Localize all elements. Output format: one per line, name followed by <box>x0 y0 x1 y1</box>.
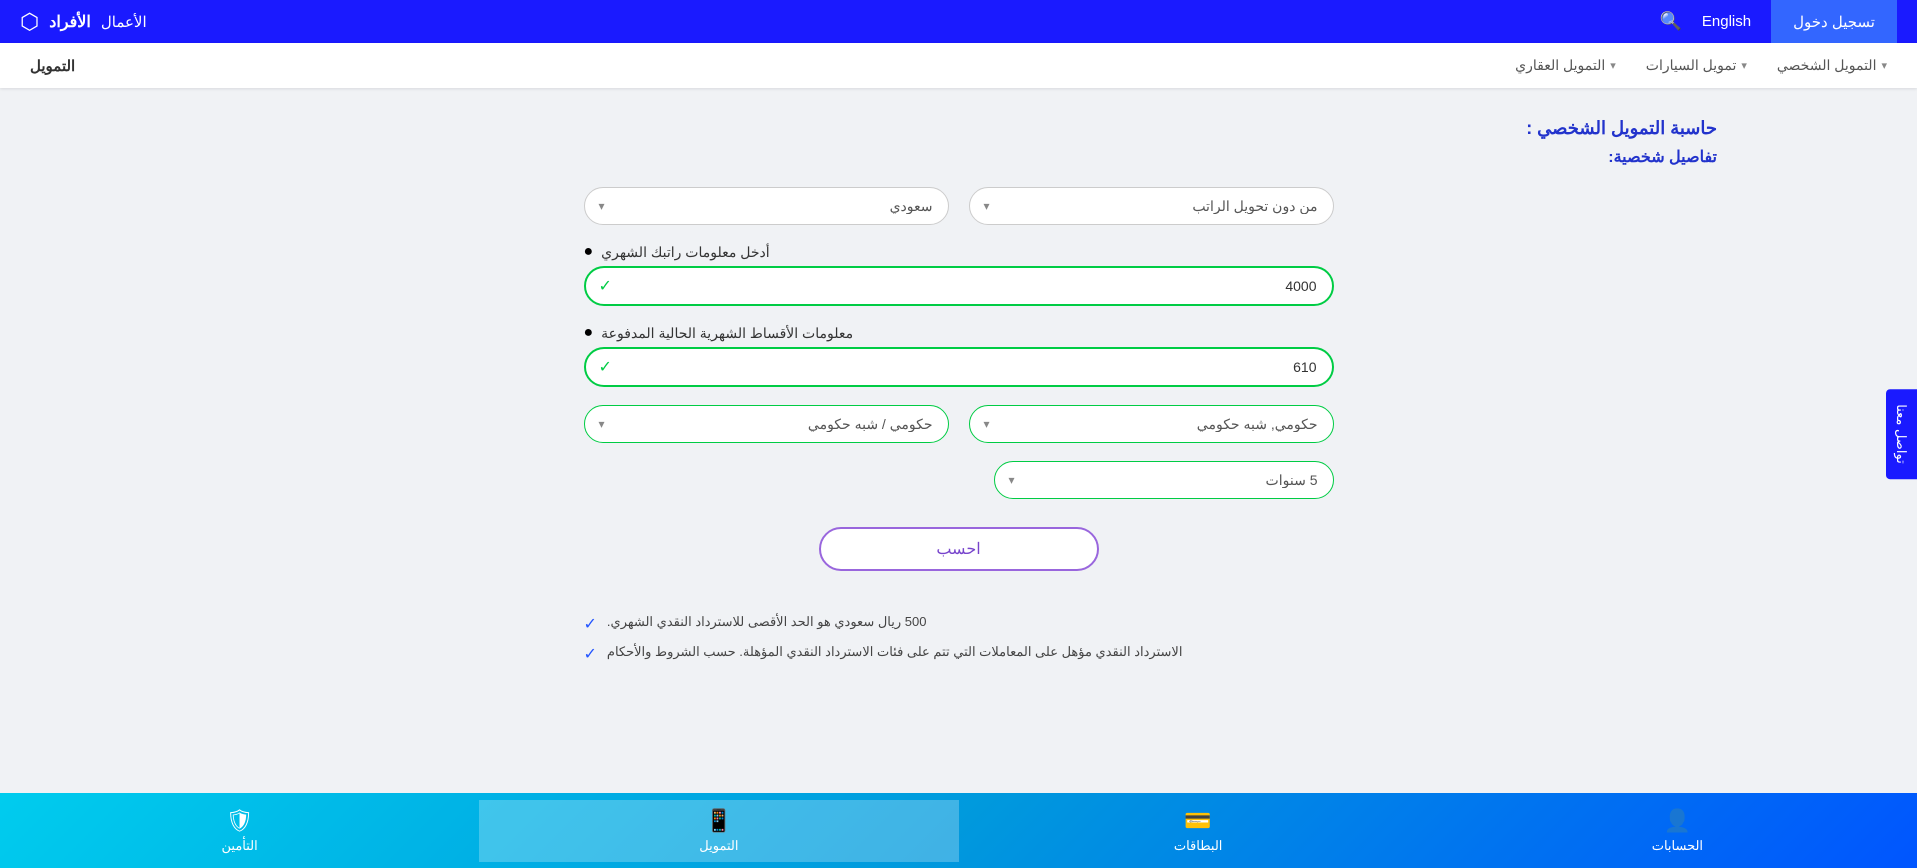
top-nav-right: تسجيل دخول English 🔍 <box>1659 0 1897 43</box>
calculate-button[interactable]: احسب <box>819 527 1099 571</box>
employer-sector-field: حكومي, شبه حكومي ▾ <box>969 405 1334 443</box>
cards-label: البطاقات <box>1174 838 1223 854</box>
financing-tab-label: التمويل <box>699 838 738 854</box>
salary-transfer-select[interactable]: من دون تحويل الراتب <box>969 187 1334 225</box>
note-item-1: 500 ريال سعودي هو الحد الأقصى للاسترداد … <box>584 614 1334 634</box>
cars-chevron: ▾ <box>1741 59 1747 72</box>
cars-financing-link[interactable]: ▾ تمويل السيارات <box>1646 57 1747 74</box>
installment-label: معلومات الأقساط الشهرية الحالية المدفوعة <box>601 325 853 342</box>
financing-main-label: التمويل <box>30 57 75 75</box>
nationality-select[interactable]: سعودي <box>584 187 949 225</box>
sub-navigation: ▾ التمويل الشخصي ▾ تمويل السيارات ▾ التم… <box>0 43 1917 88</box>
form-row-2: أدخل معلومات راتبك الشهري ● ✓ <box>584 243 1334 306</box>
personal-financing-link[interactable]: ▾ التمويل الشخصي <box>1777 57 1887 74</box>
duration-wrapper: 5 سنوات ▾ <box>994 461 1334 499</box>
business-label[interactable]: الأعمال <box>101 13 147 31</box>
tab-financing[interactable]: 📱 التمويل <box>479 800 958 862</box>
form-row-5: 5 سنوات ▾ <box>584 461 1334 499</box>
salary-field: أدخل معلومات راتبك الشهري ● ✓ <box>584 243 1334 306</box>
financing-tab-icon: 📱 <box>705 808 732 834</box>
salary-label: أدخل معلومات راتبك الشهري <box>601 244 769 261</box>
accounts-icon: 👤 <box>1664 808 1691 834</box>
employer-sector-select[interactable]: حكومي, شبه حكومي <box>969 405 1334 443</box>
search-icon[interactable]: 🔍 <box>1659 11 1681 32</box>
real-estate-chevron: ▾ <box>1610 59 1616 72</box>
personal-financing-chevron: ▾ <box>1881 59 1887 72</box>
employer-type-select[interactable]: حكومي / شبه حكومي <box>584 405 949 443</box>
installment-dot: ● <box>584 324 594 342</box>
employer-type-field: حكومي / شبه حكومي ▾ <box>584 405 949 443</box>
salary-transfer-field: من دون تحويل الراتب ▾ <box>969 187 1334 225</box>
top-navigation: تسجيل دخول English 🔍 الأعمال الأفراد ⬡ <box>0 0 1917 43</box>
calculator-form: من دون تحويل الراتب ▾ سعودي ▾ أدخل معلوم… <box>584 187 1334 664</box>
form-row-3: معلومات الأقساط الشهرية الحالية المدفوعة… <box>584 324 1334 387</box>
tab-accounts[interactable]: 👤 الحسابات <box>1438 800 1917 862</box>
salary-label-row: أدخل معلومات راتبك الشهري ● <box>584 243 1334 261</box>
installment-label-row: معلومات الأقساط الشهرية الحالية المدفوعة… <box>584 324 1334 342</box>
page-title: حاسبة التمويل الشخصي : <box>200 118 1717 139</box>
bottom-tab-bar: 👤 الحسابات 💳 البطاقات 📱 التمويل 🛡 التأمي… <box>0 793 1917 868</box>
employer-sector-wrapper: حكومي, شبه حكومي ▾ <box>969 405 1334 443</box>
duration-select[interactable]: 5 سنوات <box>994 461 1334 499</box>
installment-input[interactable] <box>584 347 1334 387</box>
tab-cards[interactable]: 💳 البطاقات <box>959 800 1438 862</box>
salary-dot: ● <box>584 243 594 261</box>
personal-financing-label: التمويل الشخصي <box>1777 57 1877 74</box>
sub-nav-links: ▾ التمويل الشخصي ▾ تمويل السيارات ▾ التم… <box>1515 57 1887 74</box>
salary-transfer-wrapper: من دون تحويل الراتب ▾ <box>969 187 1334 225</box>
nationality-field: سعودي ▾ <box>584 187 949 225</box>
installment-field: معلومات الأقساط الشهرية الحالية المدفوعة… <box>584 324 1334 387</box>
nationality-wrapper: سعودي ▾ <box>584 187 949 225</box>
calculate-button-wrapper: احسب <box>584 527 1334 571</box>
insurance-label: التأمين <box>222 838 258 854</box>
form-row-4: حكومي, شبه حكومي ▾ حكومي / شبه حكومي ▾ <box>584 405 1334 443</box>
brand-name: الأفراد <box>49 12 91 32</box>
duration-field: 5 سنوات ▾ <box>994 461 1334 499</box>
login-button[interactable]: تسجيل دخول <box>1771 0 1897 43</box>
section-title: تفاصيل شخصية: <box>200 147 1717 167</box>
note-item-2: الاسترداد النقدي مؤهل على المعاملات التي… <box>584 644 1334 664</box>
note-2-text: الاسترداد النقدي مؤهل على المعاملات التي… <box>607 644 1183 660</box>
salary-input-wrapper: ✓ <box>584 266 1334 306</box>
installment-input-wrapper: ✓ <box>584 347 1334 387</box>
note-1-text: 500 ريال سعودي هو الحد الأقصى للاسترداد … <box>607 614 927 630</box>
brand-area: الأعمال الأفراد ⬡ <box>20 9 147 35</box>
insurance-icon: 🛡 <box>226 808 254 834</box>
real-estate-link[interactable]: ▾ التمويل العقاري <box>1515 57 1616 74</box>
english-language-link[interactable]: English <box>1702 13 1751 30</box>
employer-type-wrapper: حكومي / شبه حكومي ▾ <box>584 405 949 443</box>
notes-section: 500 ريال سعودي هو الحد الأقصى للاسترداد … <box>584 614 1334 664</box>
main-content: حاسبة التمويل الشخصي : تفاصيل شخصية: من … <box>0 88 1917 694</box>
installment-check-icon: ✓ <box>599 357 612 377</box>
brand-logo-icon: ⬡ <box>20 9 39 35</box>
real-estate-label: التمويل العقاري <box>1515 57 1605 74</box>
cars-label: تمويل السيارات <box>1646 57 1737 74</box>
salary-check-icon: ✓ <box>599 276 612 296</box>
tab-insurance[interactable]: 🛡 التأمين <box>0 800 479 862</box>
note-2-check-icon: ✓ <box>584 644 597 664</box>
accounts-label: الحسابات <box>1652 838 1703 854</box>
form-row-1: من دون تحويل الراتب ▾ سعودي ▾ <box>584 187 1334 225</box>
salary-input[interactable] <box>584 266 1334 306</box>
contact-us-side-button[interactable]: تواصل معنا <box>1886 389 1917 479</box>
cards-icon: 💳 <box>1184 808 1211 834</box>
note-1-check-icon: ✓ <box>584 614 597 634</box>
